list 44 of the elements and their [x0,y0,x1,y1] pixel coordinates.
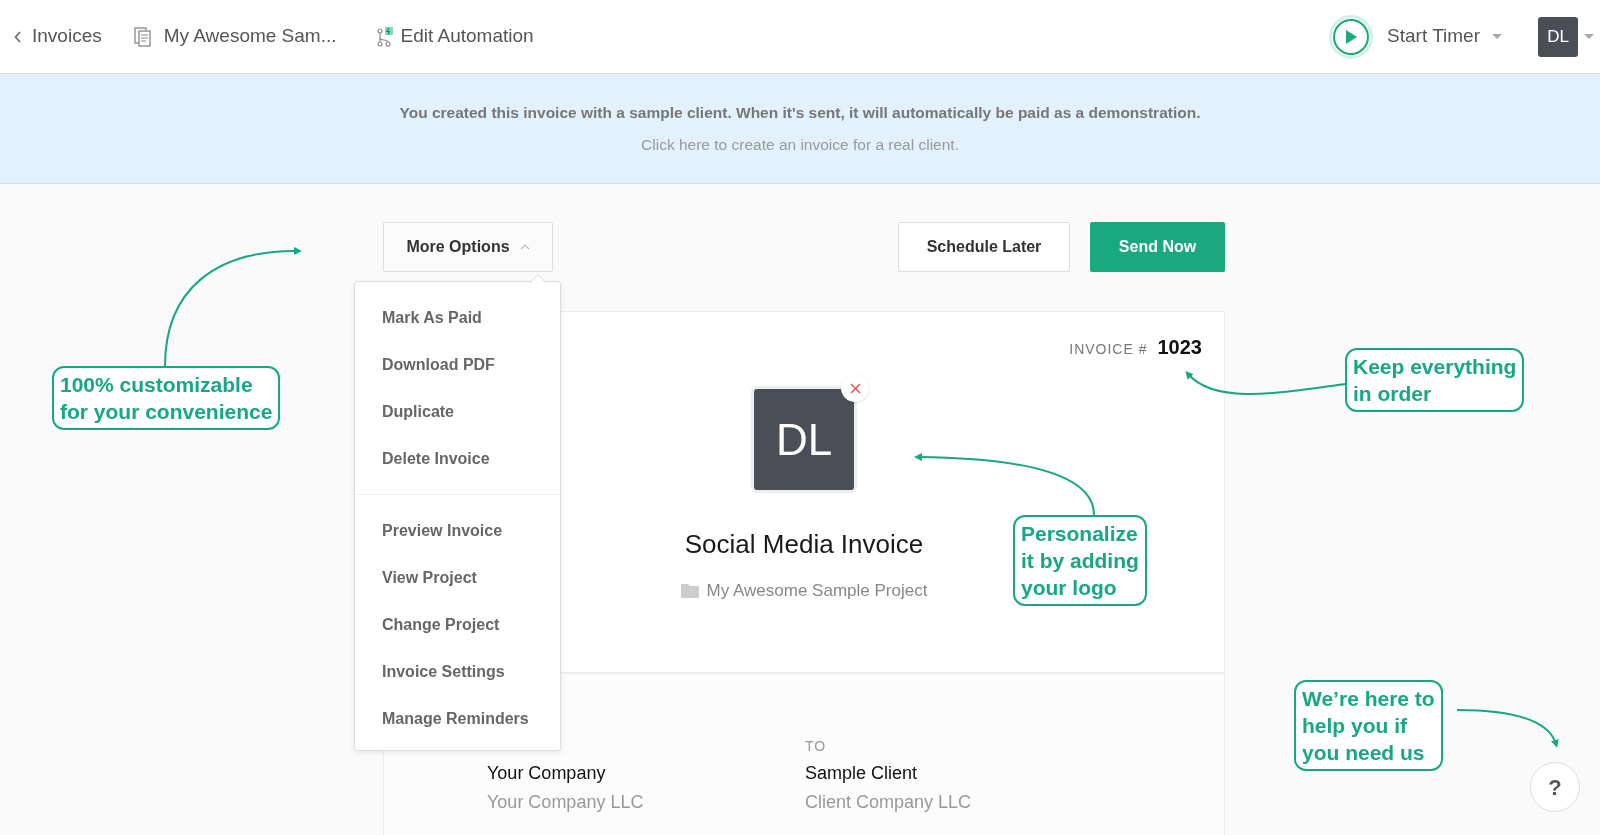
more-options-button[interactable]: More Options [383,222,553,272]
start-timer-dropdown[interactable]: Start Timer [1387,22,1502,51]
branch-icon [376,26,393,47]
project-link[interactable]: My Awesome Sam... [133,22,337,51]
sender-name: Your Company [487,762,607,784]
menu-item[interactable]: Duplicate [382,399,454,424]
caret-down-icon [1584,33,1594,40]
to-label: TO [805,738,828,754]
callout: Personalize it by adding your logo [1013,515,1147,606]
callout: We’re here to help you if you need us [1294,680,1443,771]
user-avatar[interactable]: DL [1538,16,1578,57]
close-icon [849,382,861,394]
project-name: My Awesome Sample Project [706,580,928,602]
notice-text: You created this invoice with a sample client. When it's sent, it will automatically be paid as a demonstration. [399,103,1201,124]
callout: Keep everything in order [1345,348,1525,412]
menu-item[interactable]: Invoice Settings [382,659,505,684]
invoice-number-label: INVOICE # [1069,340,1148,359]
menu-item[interactable]: Download PDF [382,352,495,377]
callout: 100% customizable for your convenience [52,366,281,430]
menu-item[interactable]: Delete Invoice [382,446,490,471]
document-icon [133,26,152,47]
caret-down-icon [1492,33,1502,40]
remove-logo-button[interactable] [841,374,869,402]
client-company: Client Company LLC [805,791,973,813]
invoice-number: 1023 [1157,335,1202,360]
sender-company: Your Company LLC [487,791,645,813]
menu-item[interactable]: Mark As Paid [382,305,482,330]
edit-automation-link[interactable]: Edit Automation [376,22,534,51]
chevron-left-icon [14,30,22,43]
menu-item[interactable]: Preview Invoice [382,518,503,543]
menu-item[interactable]: View Project [382,565,477,590]
logo: DL [754,389,854,490]
folder-icon [680,583,699,599]
chevron-up-icon [519,244,530,250]
schedule-later-button[interactable]: Schedule Later [898,222,1070,272]
menu-item[interactable]: Change Project [382,612,500,637]
help-button[interactable]: ? [1530,762,1580,812]
play-button[interactable] [1329,14,1374,59]
menu-item[interactable]: Manage Reminders [382,706,529,731]
client-name: Sample Client [805,762,919,784]
invoice-title: Social Media Invoice [684,528,924,561]
back-link[interactable]: Invoices [14,22,102,51]
play-icon [1345,29,1358,44]
send-now-button[interactable]: Send Now [1090,222,1225,272]
